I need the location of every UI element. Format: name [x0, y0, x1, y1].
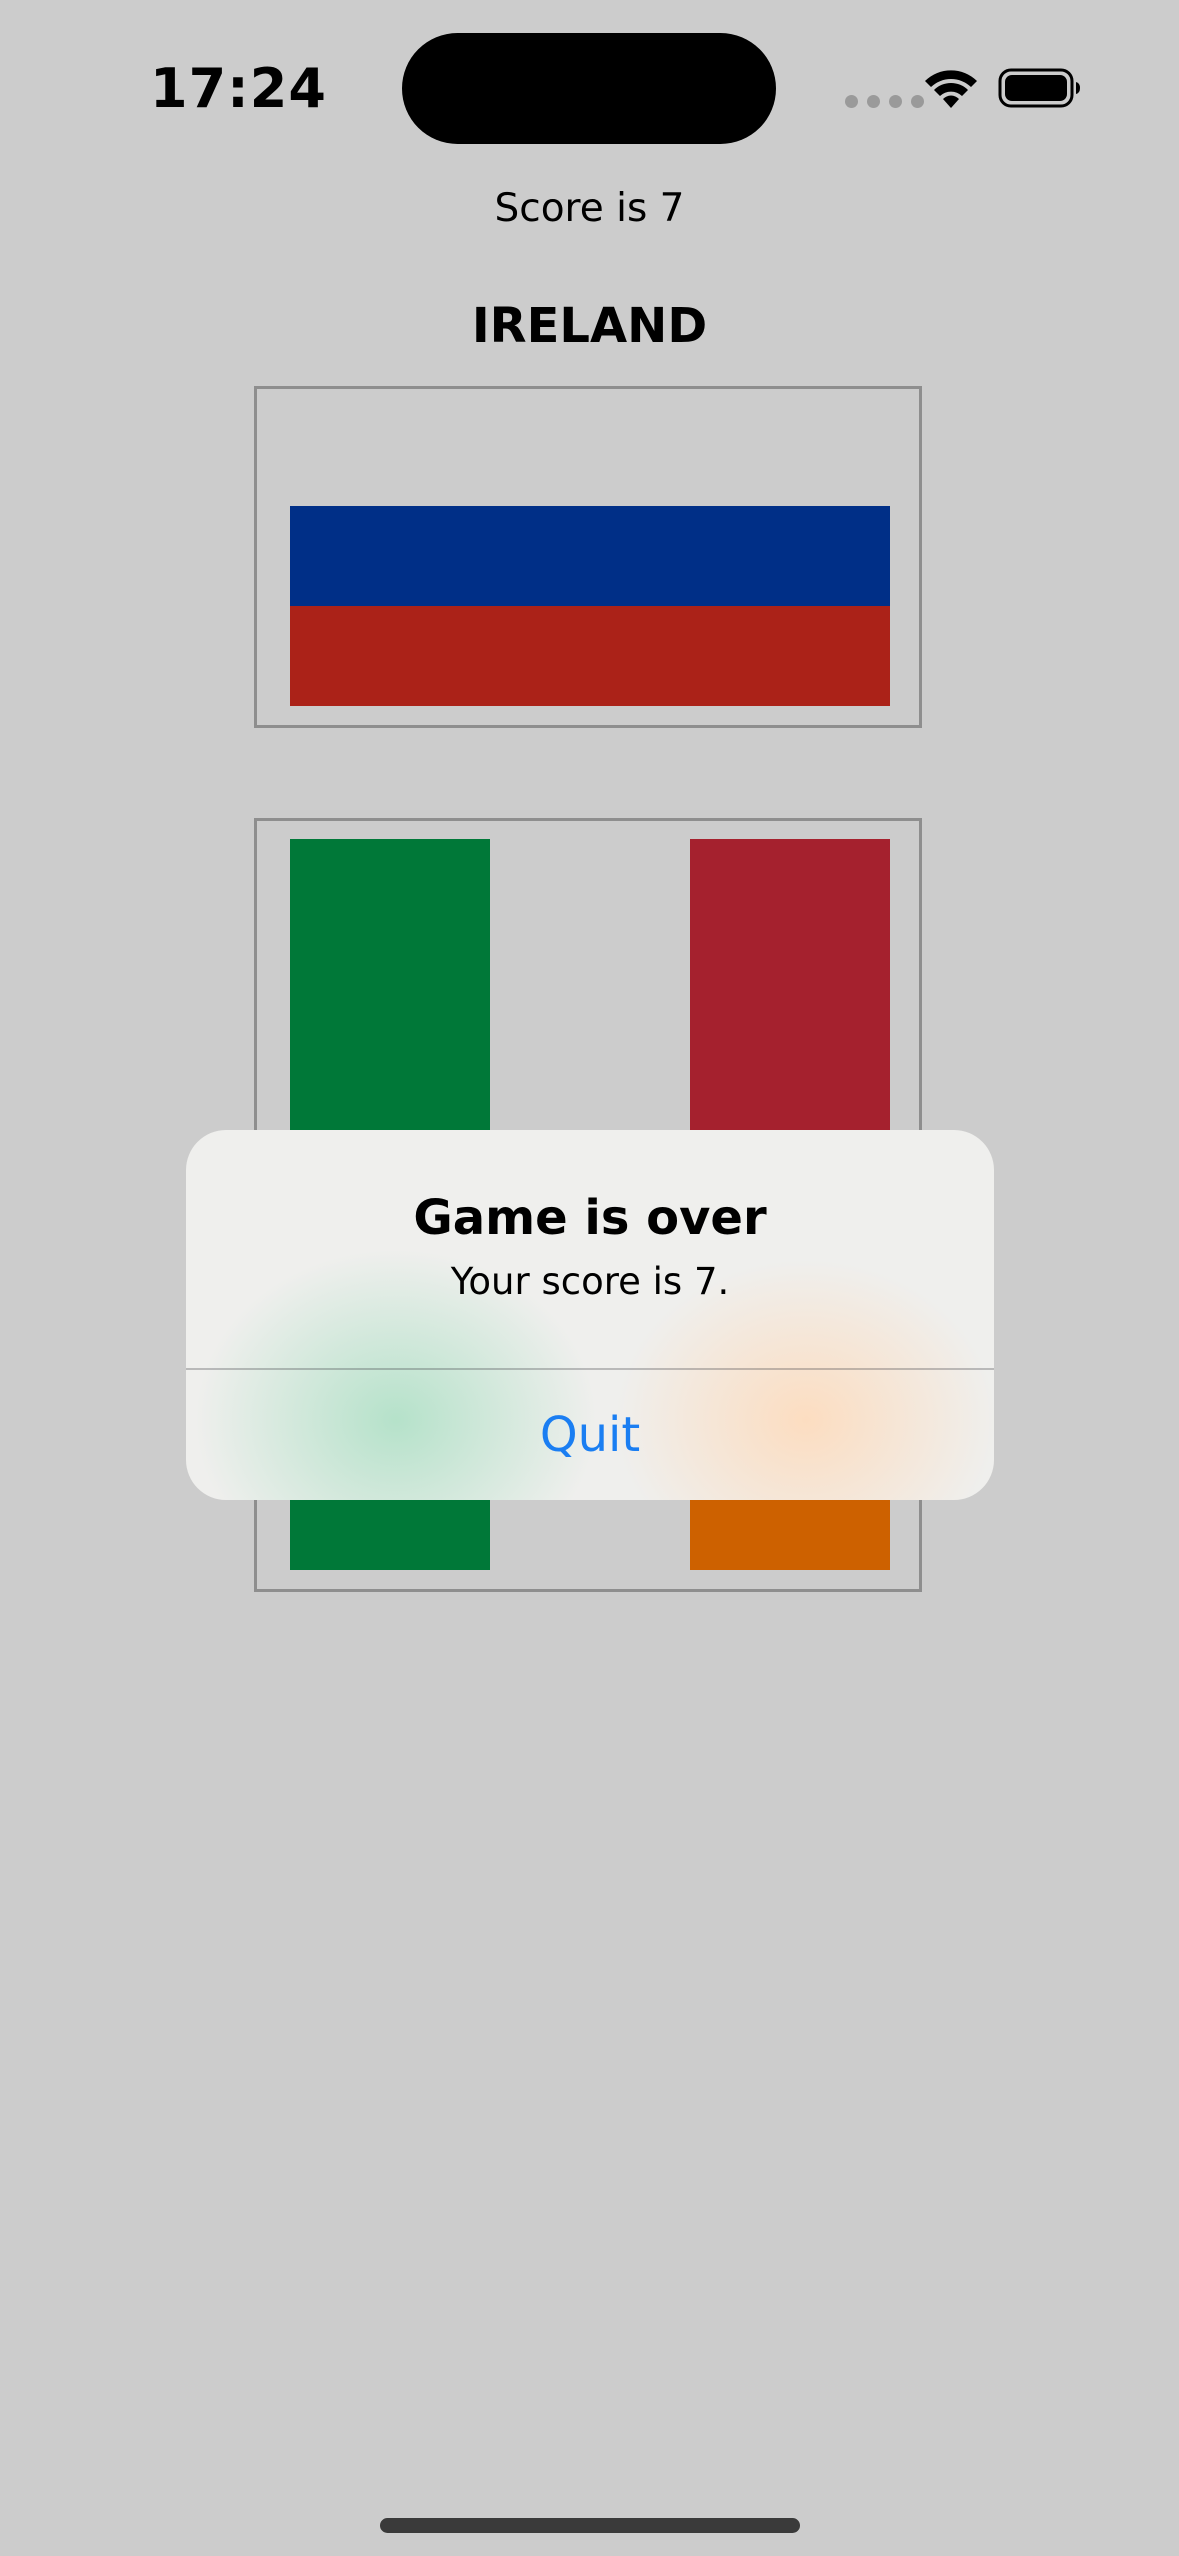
dynamic-island [402, 33, 776, 144]
status-time: 17:24 [150, 57, 327, 120]
alert-message: Your score is 7. [450, 1260, 730, 1303]
score-label: Score is 7 [494, 186, 685, 231]
game-over-alert: Game is over Your score is 7. Quit [186, 1130, 994, 1500]
country-title: IRELAND [471, 298, 708, 354]
battery-icon [998, 68, 1080, 108]
cellular-signal-icon [845, 95, 924, 108]
quit-button[interactable]: Quit [186, 1370, 994, 1500]
flag-option-button-1[interactable] [254, 386, 922, 728]
wifi-icon [925, 70, 977, 108]
flag-band-blue [290, 506, 890, 606]
home-indicator[interactable] [380, 2518, 800, 2533]
alert-title: Game is over [413, 1190, 767, 1246]
russia-like-flag-image [290, 506, 890, 706]
flag-band-red [290, 606, 890, 706]
